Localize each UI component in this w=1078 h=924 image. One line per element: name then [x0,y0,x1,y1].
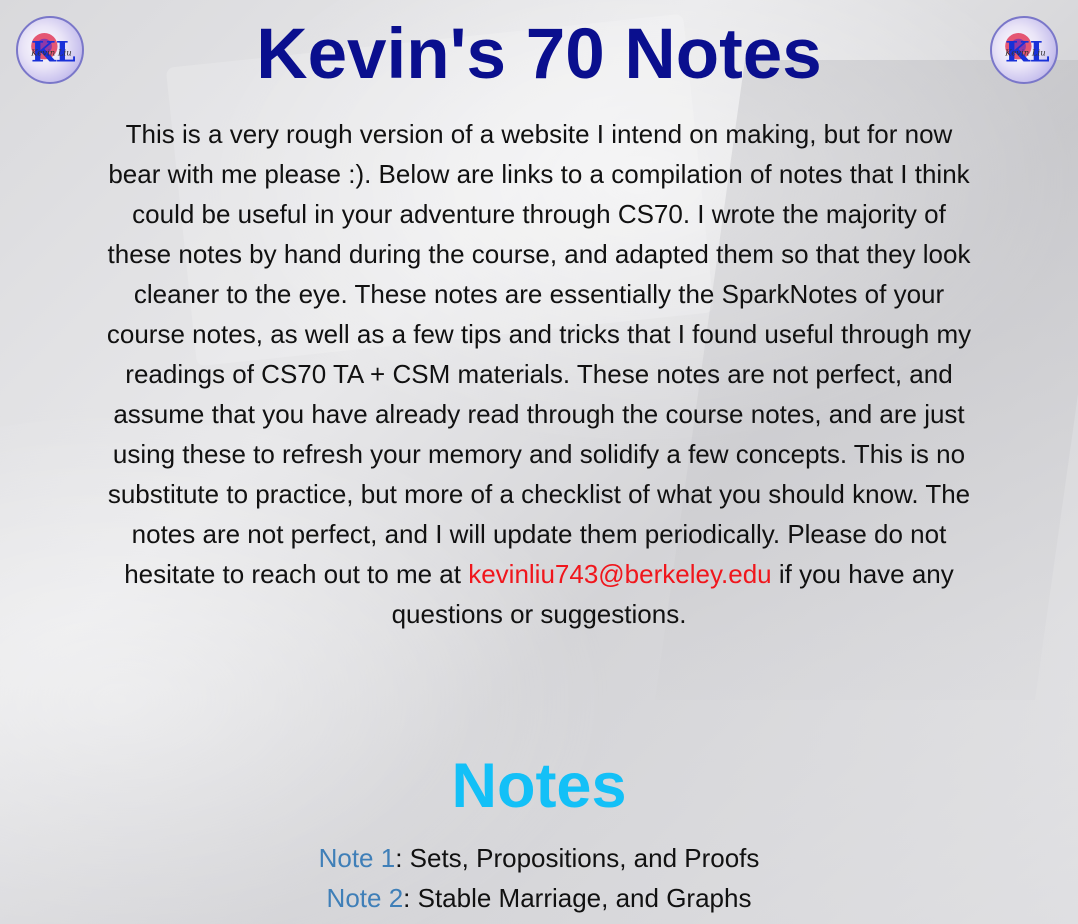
intro-paragraph: This is a very rough version of a websit… [100,114,978,634]
email-link[interactable]: kevinliu743@berkeley.edu [468,559,771,589]
intro-text: This is a very rough version of a websit… [106,119,972,589]
page-title: Kevin's 70 Notes [256,15,822,94]
note-2-link[interactable]: Note 2 [327,883,404,913]
note-1-link[interactable]: Note 1 [319,843,396,873]
notes-heading: Notes [451,751,627,821]
list-item: Note 2: Stable Marriage, and Graphs [0,878,1078,918]
note-2-description: : Stable Marriage, and Graphs [403,883,752,913]
note-1-description: : Sets, Propositions, and Proofs [395,843,760,873]
notes-list: Note 1: Sets, Propositions, and Proofs N… [0,838,1078,918]
list-item: Note 1: Sets, Propositions, and Proofs [0,838,1078,878]
